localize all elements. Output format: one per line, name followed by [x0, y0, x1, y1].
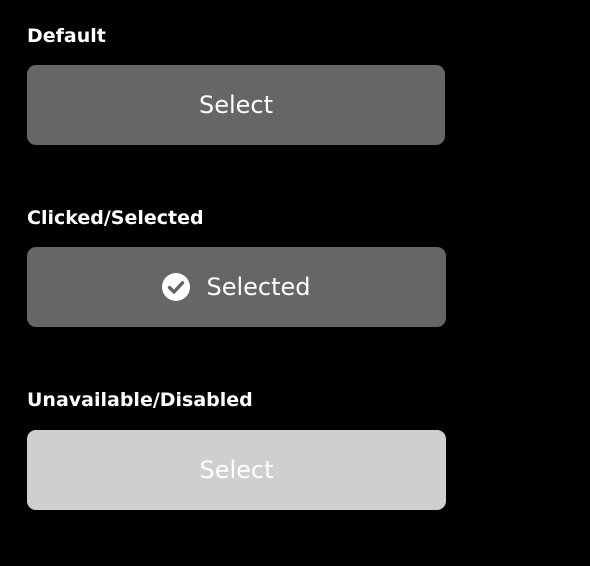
select-button-disabled-label: Select: [199, 456, 274, 484]
label-disabled: Unavailable/Disabled: [27, 389, 253, 411]
select-button-default[interactable]: Select: [27, 65, 445, 145]
check-circle-icon: [162, 273, 191, 301]
select-button-default-label: Select: [198, 91, 274, 119]
select-button-selected[interactable]: Selected: [27, 247, 446, 327]
label-selected: Clicked/Selected: [27, 207, 204, 229]
select-button-disabled: Select: [27, 430, 446, 510]
select-button-selected-label: Selected: [206, 273, 311, 301]
label-default: Default: [27, 25, 106, 47]
